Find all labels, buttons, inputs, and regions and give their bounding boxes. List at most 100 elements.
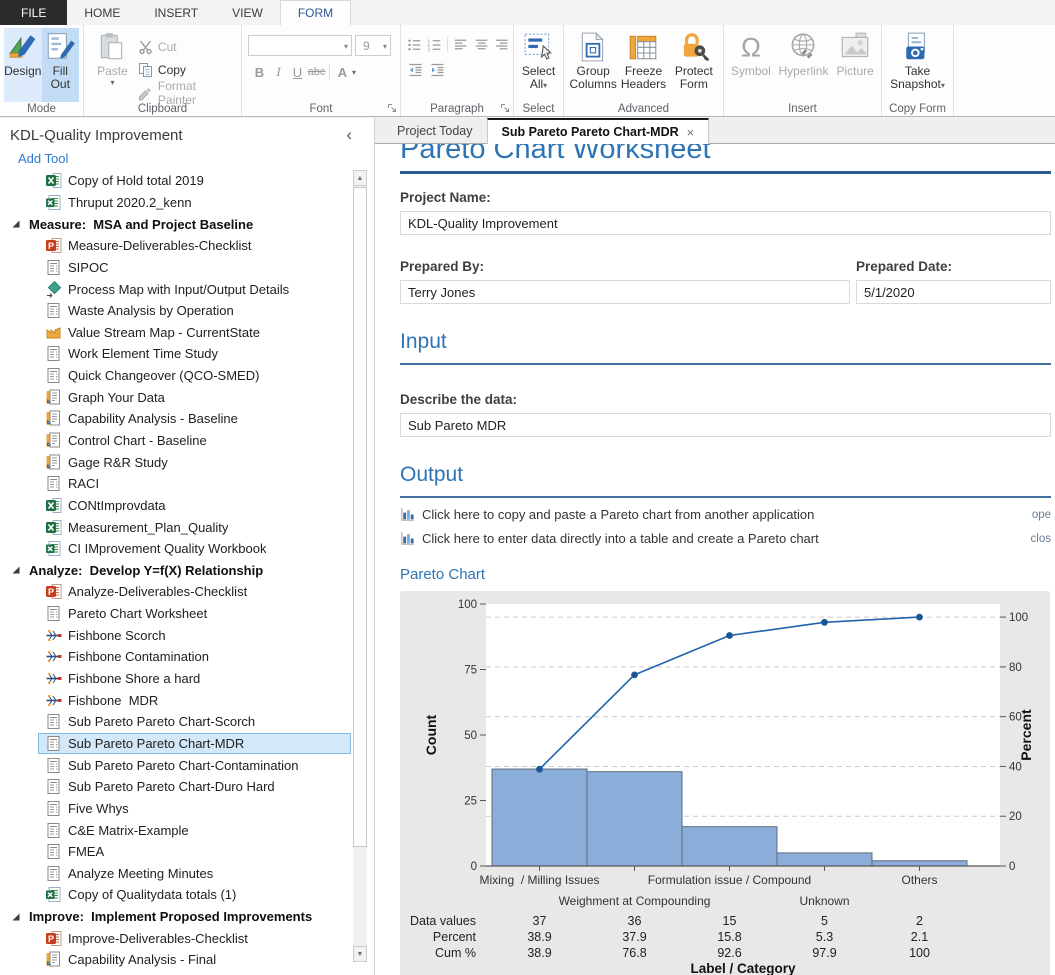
underline-button[interactable]: U <box>288 65 307 80</box>
tree-item[interactable]: Graph Your Data <box>0 386 352 408</box>
expand-triangle-icon[interactable] <box>11 912 21 922</box>
indent-increase-icon[interactable] <box>429 62 446 78</box>
expand-triangle-icon[interactable] <box>11 219 21 229</box>
svg-text:80: 80 <box>1009 662 1022 674</box>
tree-item-label: Sub Pareto Pareto Chart-MDR <box>68 736 244 751</box>
bold-button[interactable]: B <box>250 65 269 80</box>
cut-button[interactable]: Cut <box>137 35 237 58</box>
font-color-button[interactable]: A <box>333 65 352 80</box>
scroll-down-icon[interactable]: ▼ <box>353 946 367 962</box>
describe-data-input[interactable] <box>400 413 1051 437</box>
tree-item[interactable]: Fishbone Contamination <box>0 646 352 668</box>
tree-item[interactable]: Pareto Chart Worksheet <box>0 603 352 625</box>
take-snapshot-button[interactable]: Take Snapshot▾ <box>886 28 949 102</box>
tree-item[interactable]: Work Element Time Study <box>0 343 352 365</box>
tree-item-label: Fishbone Shore a hard <box>68 671 200 686</box>
minitab-form-icon <box>45 389 62 406</box>
tree-item[interactable]: PMeasure-Deliverables-Checklist <box>0 235 352 257</box>
font-dialog-launcher-icon[interactable] <box>387 103 397 113</box>
tree-item[interactable]: Analyze Meeting Minutes <box>0 863 352 885</box>
font-name-select[interactable]: ▾ <box>248 35 352 56</box>
tree-item[interactable]: Capability Analysis - Baseline <box>0 408 352 430</box>
tree-item[interactable]: Copy of Hold total 2019 <box>0 170 352 192</box>
strikethrough-button[interactable]: abc <box>307 66 326 78</box>
tree-section-header[interactable]: Analyze: Develop Y=f(X) Relationship <box>0 560 352 582</box>
tree-item[interactable]: Gage R&R Study <box>0 451 352 473</box>
format-painter-button[interactable]: Format Painter <box>137 81 237 104</box>
tree-item[interactable]: Sub Pareto Pareto Chart-Duro Hard <box>0 776 352 798</box>
add-tool-link[interactable]: Add Tool <box>18 151 374 166</box>
select-all-button[interactable]: Select All▾ <box>518 28 559 102</box>
copy-label: Copy <box>158 63 186 77</box>
tab-file[interactable]: FILE <box>0 0 67 25</box>
svg-text:Ω: Ω <box>741 33 761 63</box>
tree-item[interactable]: CONtImprovdata <box>0 495 352 517</box>
tree-item[interactable]: RACI <box>0 473 352 495</box>
tree-item[interactable]: Fishbone Scorch <box>0 624 352 646</box>
tab-sub-pareto-pareto-chart-mdr[interactable]: Sub Pareto Pareto Chart-MDR × <box>487 118 710 144</box>
tab-insert[interactable]: INSERT <box>137 0 215 25</box>
tree-item[interactable]: Process Map with Input/Output Details <box>0 278 352 300</box>
tree-item[interactable]: Copy of Qualitydata totals (1) <box>0 884 352 906</box>
scrollbar-thumb[interactable] <box>353 187 367 847</box>
expand-triangle-icon[interactable] <box>11 565 21 575</box>
tree-item[interactable]: Five Whys <box>0 798 352 820</box>
collapse-panel-icon[interactable]: ‹ <box>346 128 352 142</box>
tab-home[interactable]: HOME <box>67 0 137 25</box>
align-center-icon[interactable] <box>474 37 489 53</box>
tree-section-header[interactable]: Measure: MSA and Project Baseline <box>0 213 352 235</box>
tree-item[interactable]: C&E Matrix-Example <box>0 819 352 841</box>
scroll-up-icon[interactable]: ▲ <box>353 170 367 186</box>
numbered-list-icon[interactable]: 123 <box>427 37 442 53</box>
tree-item[interactable]: CI IMprovement Quality Workbook <box>0 538 352 560</box>
tree-item[interactable]: Capability Analysis - Final <box>0 949 352 971</box>
group-columns-button[interactable]: Group Columns <box>568 28 618 102</box>
bullet-list-icon[interactable] <box>407 37 422 53</box>
tree-item[interactable]: PImprove-Deliverables-Checklist <box>0 927 352 949</box>
tree-item[interactable]: Value Stream Map - CurrentState <box>0 321 352 343</box>
tree-item[interactable]: FMEA <box>0 841 352 863</box>
tree-item[interactable]: Control Chart - Baseline <box>0 430 352 452</box>
tab-view[interactable]: VIEW <box>215 0 280 25</box>
italic-button[interactable]: I <box>269 64 288 80</box>
picture-button[interactable]: Picture <box>833 28 877 102</box>
symbol-button[interactable]: Ω Symbol <box>728 28 774 102</box>
tree-item[interactable]: Measurement_Plan_Quality <box>0 516 352 538</box>
prepared-date-input[interactable] <box>856 280 1051 304</box>
tab-form[interactable]: FORM <box>280 0 351 25</box>
fill-out-button[interactable]: Fill Out <box>42 28 80 102</box>
tree-item[interactable]: Thruput 2020.2_kenn <box>0 192 352 214</box>
prepared-by-input[interactable] <box>400 280 850 304</box>
tree-item[interactable]: Sub Pareto Pareto Chart-Scorch <box>0 711 352 733</box>
tree-item[interactable]: Fishbone MDR <box>0 689 352 711</box>
design-button[interactable]: Design <box>4 28 42 102</box>
sidebar-scrollbar[interactable]: ▲ ▼ <box>353 170 367 962</box>
tree-item[interactable]: Fishbone Shore a hard <box>0 668 352 690</box>
edge-text-open: ope <box>1032 509 1051 521</box>
project-name-input[interactable] <box>400 211 1051 235</box>
tab-project-today[interactable]: Project Today <box>383 118 487 143</box>
freeze-headers-button[interactable]: Freeze Headers <box>618 28 668 102</box>
hyperlink-button[interactable]: Hyperlink <box>774 28 834 102</box>
close-tab-icon[interactable]: × <box>687 125 695 140</box>
tree-item[interactable]: Sub Pareto Pareto Chart-Contamination <box>0 754 352 776</box>
indent-decrease-icon[interactable] <box>407 62 424 78</box>
tree-item[interactable]: SIPOC <box>0 257 352 279</box>
align-right-icon[interactable] <box>494 37 509 53</box>
paragraph-dialog-launcher-icon[interactable] <box>500 103 510 113</box>
tree-item[interactable]: Sub Pareto Pareto Chart-MDR <box>38 733 351 755</box>
align-left-icon[interactable] <box>453 37 468 53</box>
enter-data-label: Click here to enter data directly into a… <box>422 531 819 546</box>
protect-form-button[interactable]: Protect Form <box>669 28 719 102</box>
tree-item-label: Thruput 2020.2_kenn <box>68 195 192 210</box>
tree-item[interactable]: PAnalyze-Deliverables-Checklist <box>0 581 352 603</box>
paste-label: Paste <box>97 65 128 78</box>
paste-button[interactable]: Paste ▾ <box>88 28 137 102</box>
enter-data-link[interactable]: Click here to enter data directly into a… <box>400 531 1051 546</box>
copy-paste-pareto-link[interactable]: Click here to copy and paste a Pareto ch… <box>400 507 1051 522</box>
tree-section-header[interactable]: Improve: Implement Proposed Improvements <box>0 906 352 928</box>
font-size-select[interactable]: 9▾ <box>355 35 391 56</box>
tree-item[interactable]: Quick Changeover (QCO-SMED) <box>0 365 352 387</box>
svg-text:Mixing / Milling Issues: Mixing / Milling Issues <box>479 873 599 887</box>
tree-item[interactable]: Waste Analysis by Operation <box>0 300 352 322</box>
